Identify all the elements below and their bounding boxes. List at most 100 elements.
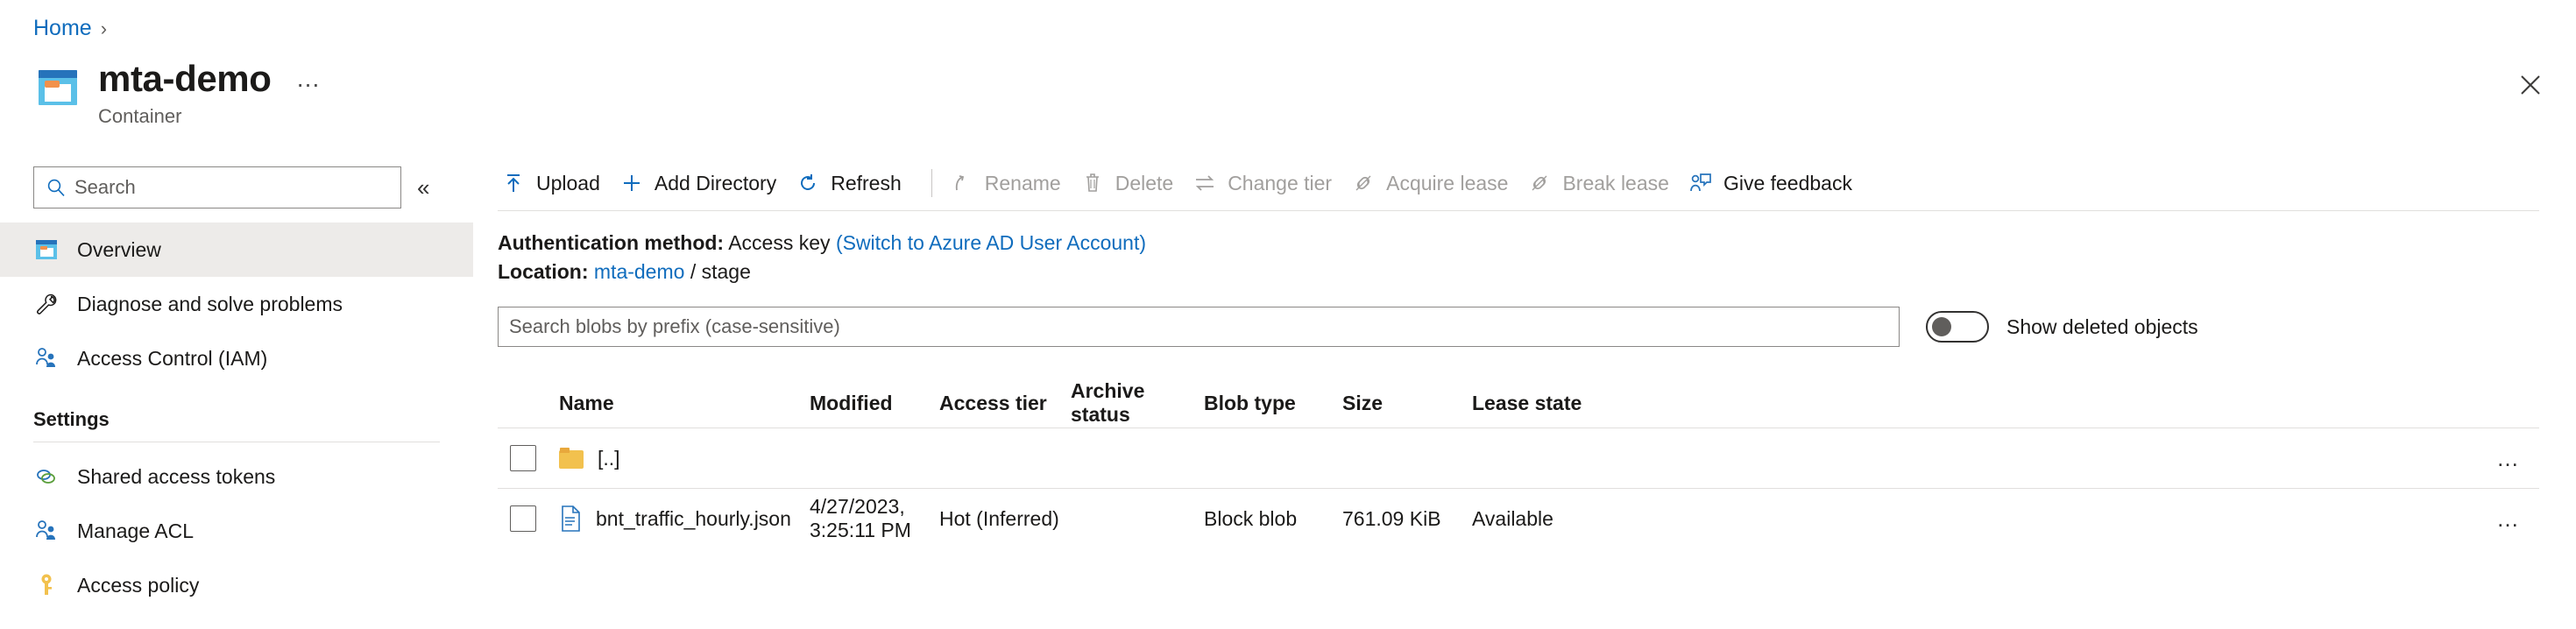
rename-button-label: Rename — [984, 171, 1061, 194]
location-path: stage — [701, 259, 751, 283]
add-directory-button-label: Add Directory — [654, 171, 777, 194]
table-row[interactable]: [..] … — [498, 428, 2539, 488]
more-options-icon[interactable]: … — [291, 63, 329, 95]
row-name-label[interactable]: bnt_traffic_hourly.json — [596, 507, 791, 531]
json-file-icon — [559, 505, 582, 533]
wrench-icon — [33, 291, 60, 317]
location-row: Location: mta-demo / stage — [498, 258, 2576, 286]
sidebar-search[interactable] — [33, 166, 401, 208]
main-pane: Upload Add Directory Refresh Rename Dele… — [498, 156, 2576, 548]
link-rings-icon — [33, 463, 60, 490]
column-header-lease-state[interactable]: Lease state — [1472, 392, 1647, 415]
table-header-row: Name Modified Access tier Archive status… — [498, 378, 2539, 428]
break-lease-button: Break lease — [1524, 166, 1684, 201]
column-header-archive-status[interactable]: Archive status — [1071, 379, 1204, 427]
page-title: mta-demo — [98, 58, 272, 99]
column-header-name[interactable]: Name — [559, 392, 810, 415]
give-feedback-button-label: Give feedback — [1723, 171, 1852, 194]
authentication-method-row: Authentication method: Access key (Switc… — [498, 229, 2576, 258]
sidebar-item-access-control-iam[interactable]: Access Control (IAM) — [0, 331, 473, 385]
search-icon — [47, 179, 65, 196]
row-actions: … — [1647, 445, 2539, 472]
row-lease-state: Available — [1472, 506, 1553, 530]
switch-to-azure-ad-link[interactable]: (Switch to Azure AD User Account) — [836, 231, 1146, 254]
toolbar-rule — [498, 210, 2539, 211]
trash-icon — [1080, 171, 1105, 195]
toggle-knob — [1932, 317, 1951, 337]
change-tier-button-label: Change tier — [1228, 171, 1333, 194]
toolbar-divider — [931, 169, 932, 197]
refresh-button-label: Refresh — [831, 171, 902, 194]
sidebar-item-label: Overview — [77, 237, 161, 261]
show-deleted-objects-control: Show deleted objects — [1926, 311, 2198, 343]
row-modified: 4/27/2023, 3:25:11 PM — [810, 495, 911, 542]
rename-icon — [950, 171, 974, 195]
breadcrumb: Home › — [33, 16, 107, 41]
collapse-sidebar-icon[interactable]: « — [417, 176, 429, 199]
delete-button: Delete — [1077, 166, 1189, 201]
location-label: Location: — [498, 259, 589, 283]
sidebar-item-label: Shared access tokens — [77, 464, 276, 488]
location-separator: / — [690, 259, 697, 283]
upload-button-label: Upload — [536, 171, 600, 194]
row-checkbox-cell — [498, 505, 559, 533]
upload-icon — [501, 171, 526, 195]
people-icon — [33, 518, 60, 544]
give-feedback-button[interactable]: Give feedback — [1685, 166, 1868, 201]
blob-search[interactable] — [498, 307, 1900, 348]
metadata-block: Authentication method: Access key (Switc… — [498, 229, 2576, 286]
row-checkbox[interactable] — [510, 445, 536, 472]
add-directory-button[interactable]: Add Directory — [616, 166, 792, 201]
row-blob-type: Block blob — [1204, 506, 1298, 530]
lease-icon — [1527, 171, 1552, 195]
authentication-method-value: Access key — [728, 231, 831, 254]
row-checkbox[interactable] — [510, 505, 536, 533]
column-header-modified[interactable]: Modified — [810, 392, 939, 415]
sidebar-item-shared-access-tokens[interactable]: Shared access tokens — [0, 449, 473, 504]
breadcrumb-separator-icon: › — [100, 17, 108, 39]
column-header-access-tier[interactable]: Access tier — [939, 392, 1071, 415]
blob-table: Name Modified Access tier Archive status… — [498, 378, 2539, 548]
page-subtitle: Container — [98, 105, 182, 128]
row-name-cell: [..] — [559, 447, 810, 470]
sidebar-item-diagnose-and-solve-problems[interactable]: Diagnose and solve problems — [0, 277, 473, 331]
acquire-lease-button: Acquire lease — [1348, 166, 1524, 201]
row-checkbox-cell — [498, 445, 559, 472]
upload-button[interactable]: Upload — [498, 166, 616, 201]
breadcrumb-home-link[interactable]: Home — [33, 16, 92, 41]
sidebar-item-access-policy[interactable]: Access policy — [0, 558, 473, 612]
row-access-tier: Hot (Inferred) — [939, 506, 1059, 530]
sidebar: « Overview — [0, 166, 473, 612]
sidebar-search-input[interactable] — [74, 176, 372, 199]
sidebar-item-label: Manage ACL — [77, 519, 194, 542]
filter-row: Show deleted objects — [498, 307, 2576, 348]
sidebar-item-label: Access Control (IAM) — [77, 346, 268, 370]
sidebar-item-label: Diagnose and solve problems — [77, 292, 343, 315]
plus-icon — [619, 171, 644, 195]
sidebar-item-manage-acl[interactable]: Manage ACL — [0, 504, 473, 558]
row-actions: … — [1647, 505, 2539, 533]
show-deleted-objects-toggle[interactable] — [1926, 311, 1989, 343]
column-header-blob-type[interactable]: Blob type — [1204, 392, 1342, 415]
close-icon[interactable] — [2511, 66, 2550, 104]
row-name-label[interactable]: [..] — [598, 447, 620, 470]
refresh-button[interactable]: Refresh — [792, 166, 917, 201]
row-more-options-icon[interactable]: … — [2496, 445, 2522, 472]
change-tier-button: Change tier — [1189, 166, 1348, 201]
rename-button: Rename — [946, 166, 1077, 201]
show-deleted-objects-label: Show deleted objects — [2006, 314, 2198, 338]
sidebar-item-overview[interactable]: Overview — [0, 223, 473, 277]
command-toolbar: Upload Add Directory Refresh Rename Dele… — [498, 156, 2576, 210]
sidebar-items: Overview Diagnose and solve problems Acc… — [0, 223, 473, 612]
row-more-options-icon[interactable]: … — [2496, 505, 2522, 533]
location-container-link[interactable]: mta-demo — [594, 260, 685, 283]
authentication-method-label: Authentication method: — [498, 231, 725, 254]
swap-icon — [1192, 171, 1217, 195]
container-icon — [33, 65, 82, 114]
refresh-icon — [796, 171, 820, 195]
column-header-size[interactable]: Size — [1342, 392, 1472, 415]
row-size: 761.09 KiB — [1342, 506, 1441, 530]
table-row[interactable]: bnt_traffic_hourly.json 4/27/2023, 3:25:… — [498, 489, 2539, 548]
blob-search-input[interactable] — [509, 315, 1899, 339]
delete-button-label: Delete — [1115, 171, 1174, 194]
